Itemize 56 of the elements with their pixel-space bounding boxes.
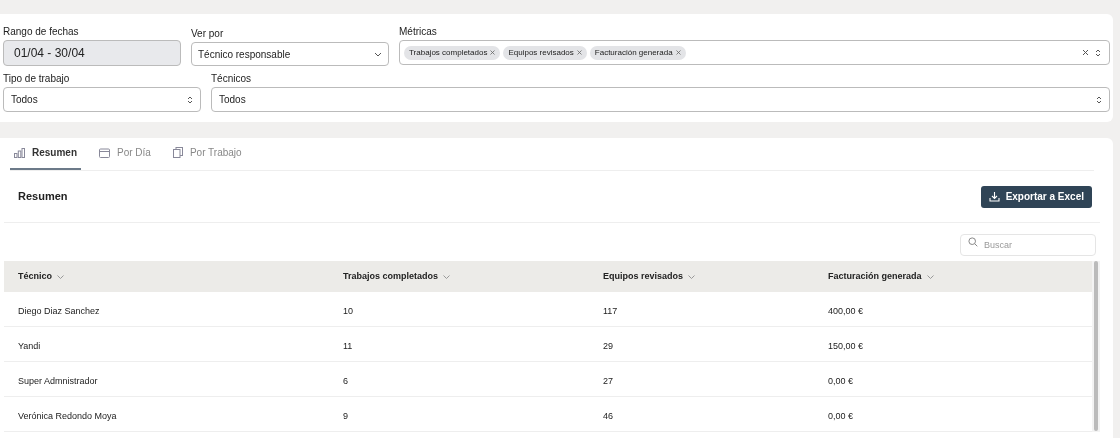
technicians-dropdown[interactable]: Todos — [211, 87, 1110, 112]
table-cell: 11 — [343, 341, 353, 351]
sort-icon — [1096, 94, 1102, 105]
calendar-icon — [99, 147, 110, 158]
close-icon[interactable] — [675, 50, 681, 55]
sort-icon — [187, 94, 193, 105]
view-by-dropdown[interactable]: Técnico responsable — [191, 42, 389, 66]
column-header[interactable]: Técnico — [18, 269, 64, 284]
table-cell: 150,00 € — [828, 341, 864, 351]
table-cell: 0,00 € — [828, 376, 854, 386]
column-header[interactable]: Trabajos completados — [343, 269, 451, 284]
tab[interactable]: Por Trabajo — [168, 137, 246, 170]
table-cell: 10 — [343, 306, 353, 316]
bar-chart-icon — [14, 147, 25, 158]
chevron-down-icon — [374, 51, 382, 57]
table-cell: 6 — [343, 376, 348, 386]
chevron-down-icon — [688, 274, 696, 279]
search-field[interactable]: Buscar — [960, 234, 1096, 256]
sort-icon[interactable] — [1095, 47, 1101, 58]
chevron-down-icon — [57, 274, 64, 279]
table-cell: Verónica Redondo Moya — [18, 411, 117, 421]
tab[interactable]: Por Día — [95, 137, 155, 170]
chevron-down-icon — [926, 274, 934, 279]
table-cell: 46 — [603, 411, 613, 421]
metric-tag[interactable]: Equipos revisados — [503, 45, 587, 60]
field-label: Rango de fechas — [3, 25, 80, 36]
documents-icon — [172, 147, 183, 158]
job-type-dropdown[interactable]: Todos — [3, 87, 201, 112]
table-cell: 29 — [603, 341, 613, 351]
table-cell: Super Admnistrador — [18, 376, 98, 386]
scrollbar-thumb[interactable] — [1094, 261, 1098, 431]
field-label: Métricas — [399, 25, 438, 36]
table-cell: 9 — [343, 411, 348, 421]
table-cell: 0,00 € — [828, 411, 854, 421]
metrics-multiselect[interactable]: Trabajos completados Equipos revisados Facturación generada — [399, 40, 1110, 65]
table-cell: 400,00 € — [828, 306, 864, 316]
export-button[interactable]: Exportar a Excel — [980, 185, 1092, 208]
column-header[interactable]: Facturación generada — [828, 269, 934, 284]
date-range-field[interactable]: 01/04 - 30/04 — [3, 40, 181, 66]
close-icon[interactable] — [1082, 49, 1089, 56]
close-icon[interactable] — [576, 50, 582, 55]
field-label: Técnicos — [211, 72, 252, 83]
tab[interactable]: Resumen — [10, 137, 81, 170]
metric-tag[interactable]: Trabajos completados — [404, 45, 501, 60]
table-cell: Diego Diaz Sanchez — [18, 306, 100, 316]
download-icon — [988, 191, 1000, 202]
section-title: Resumen — [18, 189, 68, 205]
chevron-down-icon — [443, 274, 451, 279]
table-cell: 117 — [603, 306, 618, 316]
field-label: Tipo de trabajo — [3, 72, 71, 83]
table-cell: Yandi — [18, 341, 41, 351]
column-header[interactable]: Equipos revisados — [603, 269, 696, 284]
metric-tag[interactable]: Facturación generada — [589, 45, 686, 60]
table-cell: 27 — [603, 376, 613, 386]
close-icon[interactable] — [490, 50, 496, 55]
search-icon — [968, 237, 978, 247]
